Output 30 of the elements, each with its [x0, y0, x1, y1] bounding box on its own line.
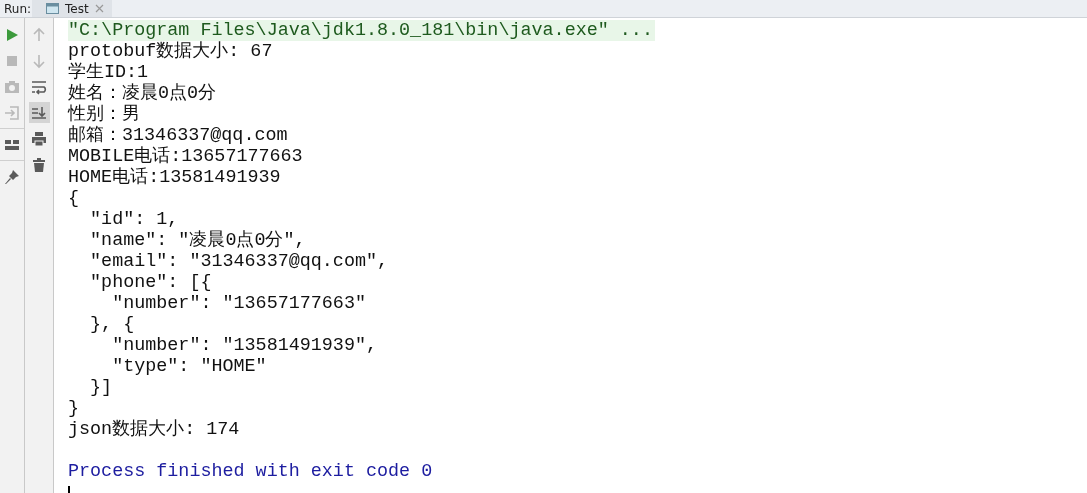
console-output-line: 姓名：凌晨0点0分 [68, 83, 217, 104]
console-output-line: protobuf数据大小: 67 [68, 41, 273, 62]
console-output-line: HOME电话:13581491939 [68, 167, 281, 188]
console-output-line: } [68, 398, 80, 419]
print-icon[interactable] [31, 130, 47, 147]
console-output-line: }, { [89, 314, 135, 335]
console-output-line: "email": "31346337@qq.com", [89, 251, 389, 272]
console-output-line: "number": "13657177663" [111, 293, 366, 314]
run-icon[interactable] [4, 26, 20, 43]
close-icon[interactable] [94, 4, 104, 13]
console-output-line: "phone": [{ [89, 272, 212, 293]
run-tab[interactable]: Test [32, 0, 112, 17]
console-output-line: "number": "13581491939", [111, 335, 377, 356]
window-icon [46, 3, 59, 14]
console-output-line: MOBILE电话:13657177663 [68, 146, 303, 167]
console-output-line: 邮箱：31346337@qq.com [68, 125, 288, 146]
exit-message: Process finished with exit code 0 [68, 461, 433, 482]
run-label: Run: [3, 1, 32, 17]
console-output-line: 学生ID:1 [68, 62, 149, 83]
console-output-line: }] [89, 377, 113, 398]
console-output-line: "id": 1, [89, 209, 179, 230]
trash-icon[interactable] [31, 156, 47, 173]
scroll-to-end-icon[interactable] [31, 104, 47, 121]
console-output-line: "type": "HOME" [111, 356, 267, 377]
wrap-icon[interactable] [31, 78, 47, 95]
console-output-line: "name": "凌晨0点0分", [89, 230, 306, 251]
console-output-line: { [68, 188, 80, 209]
console-output-line: 性别：男 [68, 104, 140, 125]
console-output-line: json数据大小: 174 [68, 419, 240, 440]
pin-icon[interactable] [4, 168, 20, 185]
